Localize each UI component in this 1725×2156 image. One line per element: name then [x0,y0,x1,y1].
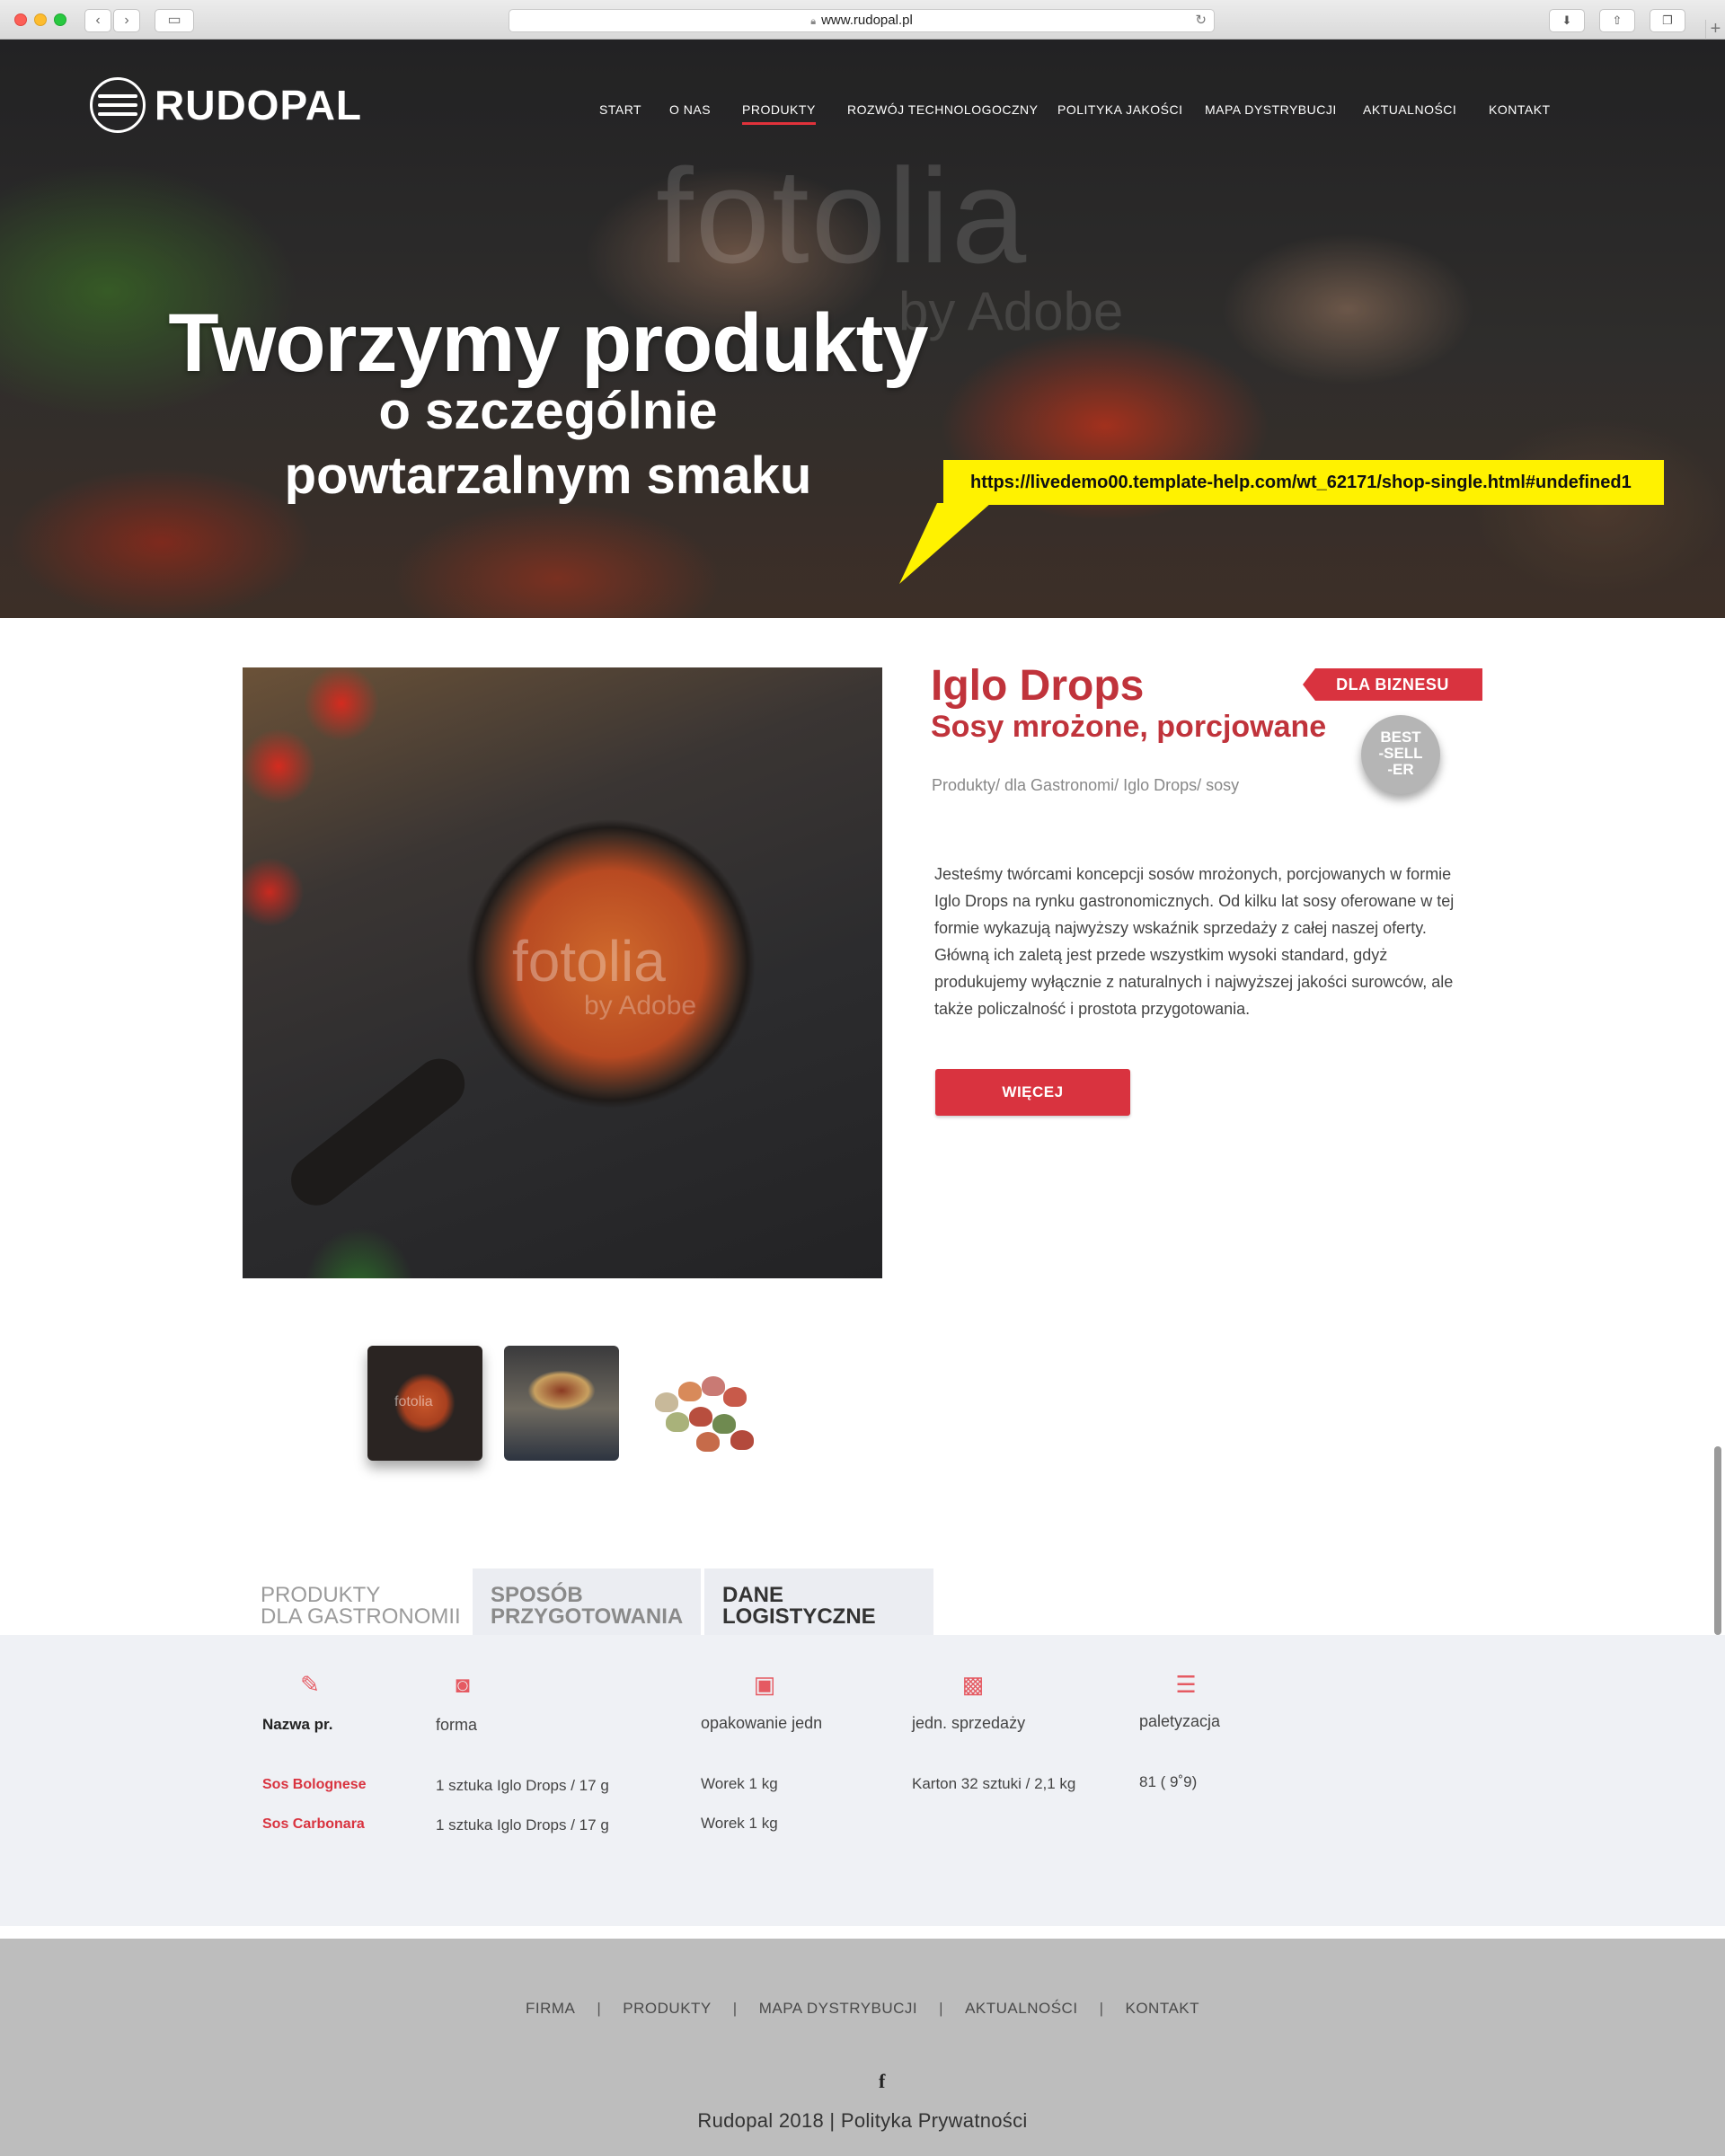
download-icon: ⬇ [1561,13,1572,27]
table-cell-form: 1 sztuka Iglo Drops / 17 g [436,1777,609,1794]
new-tab-button[interactable]: + [1705,20,1725,40]
forward-button[interactable]: › [113,9,140,32]
footer-link-mapa[interactable]: MAPA DYSTRYBUCJI [759,2000,917,2017]
tab-sposob-przygotowania[interactable]: SPOSÓB PRZYGOTOWANIA [473,1568,701,1635]
back-button[interactable]: ‹ [84,9,111,32]
footer-link-kontakt[interactable]: KONTAKT [1125,2000,1199,2017]
share-button[interactable]: ⇧ [1599,9,1635,32]
tab-line1: PRODUKTY [261,1583,381,1607]
bestseller-line1: BEST [1380,729,1421,746]
copyright-text[interactable]: Rudopal 2018 | Polityka Prywatności [0,2109,1725,2133]
chevron-right-icon: › [124,13,129,28]
nav-item-mapa[interactable]: MAPA DYSTRYBUCJI [1205,102,1337,117]
footer-separator: | [597,2000,602,2017]
sidebar-toggle-button[interactable]: ▭ [155,9,194,32]
thumb-watermark: fotolia [394,1394,433,1409]
hero-banner: fotolia by Adobe RUDOPAL START O NAS PRO… [0,40,1725,618]
footer-link-firma[interactable]: FIRMA [526,2000,575,2017]
tabs-overview-button[interactable]: ❐ [1650,9,1685,32]
column-header-form: forma [436,1716,478,1734]
lock-icon: 🔒︎ [810,16,817,27]
plus-icon: + [1710,19,1721,39]
footer-link-produkty[interactable]: PRODUKTY [623,2000,711,2017]
product-main-image[interactable]: fotolia by Adobe [243,667,882,1278]
main-navigation: START O NAS PRODUKTY ROZWÓJ TECHNOLOGOCZ… [0,102,1725,129]
breadcrumb[interactable]: Produkty/ dla Gastronomi/ Iglo Drops/ so… [932,776,1239,795]
hero-title: Tworzymy produkty [168,297,928,389]
tab-line2: LOGISTYCZNE [722,1604,876,1629]
tabs-icon: ❐ [1662,13,1673,27]
column-header-unit: opakowanie jedn [701,1714,823,1732]
chevron-left-icon: ‹ [95,13,101,28]
product-description: Jesteśmy twórcami koncepcji sosów mrożon… [934,865,1455,1018]
table-cell-pallet: 81 ( 9˚9) [1139,1773,1198,1790]
image-watermark-sub: by Adobe [584,991,697,1021]
business-badge: DLA BIZNESU [1303,668,1482,701]
footer-navigation: FIRMA | PRODUKTY | MAPA DYSTRYBUCJI | AKTUALNO… [0,2000,1725,2018]
bestseller-line2: -SELL [1378,745,1423,762]
nav-item-polityka[interactable]: POLITYKA JAKOŚCI [1057,102,1183,117]
pan-handle-shape [280,1048,475,1216]
url-callout: https://livedemo00.template-help.com/wt_… [943,460,1664,505]
footer-separator: | [1099,2000,1104,2017]
box-icon: ▩ [961,1671,985,1698]
nav-item-kontakt[interactable]: KONTAKT [1489,102,1551,117]
table-cell-unit: Worek 1 kg [701,1775,778,1792]
hero-subtitle-line2: powtarzalnym smaku [284,446,812,505]
sidebar-icon: ▭ [167,13,181,28]
nav-item-produkty[interactable]: PRODUKTY [742,102,816,125]
column-header-name: Nazwa pr. [262,1716,333,1733]
pallet-list-icon: ☰ [1175,1671,1197,1698]
document-pen-icon: ✎ [300,1671,320,1698]
table-cell-unit: Worek 1 kg [701,1815,778,1832]
thumbnail-spaghetti-pan[interactable]: fotolia [367,1346,482,1461]
tab-line2: PRZYGOTOWANIA [491,1604,684,1629]
hero-watermark: fotolia [656,140,1029,291]
tab-line1: SPOSÓB [491,1583,583,1607]
product-subtitle: Sosy mrożone, porcjowane [931,710,1327,744]
image-watermark: fotolia [512,929,666,994]
product-title: Iglo Drops [931,662,1145,710]
logistics-table: ✎ ◙ ▣ ▩ ☰ Nazwa pr. forma opakowanie jed… [0,1635,1725,1931]
browser-toolbar: ‹ › ▭ 🔒︎ www.rudopal.pl ↻ ⬇ ⇧ ❐ + [0,0,1725,40]
scale-icon: ◙ [456,1671,470,1698]
tab-line2: DLA GASTRONOMII [261,1604,461,1629]
address-bar[interactable]: 🔒︎ www.rudopal.pl ↻ [509,9,1215,32]
site-footer: FIRMA | PRODUKTY | MAPA DYSTRYBUCJI | AKTUALNO… [0,1939,1725,2156]
table-cell-sale-unit: Karton 32 sztuki / 2,1 kg [912,1775,1076,1792]
tab-dane-logistyczne[interactable]: DANE LOGISTYCZNE [704,1568,933,1635]
column-header-pallet: paletyzacja [1139,1712,1221,1730]
url-text: www.rudopal.pl [821,13,913,28]
page-scrollbar[interactable] [1714,1446,1721,1635]
footer-separator: | [732,2000,738,2017]
table-cell-name[interactable]: Sos Carbonara [262,1816,365,1833]
facebook-icon[interactable]: f [879,2070,885,2093]
nav-item-start[interactable]: START [599,102,641,117]
table-cell-name[interactable]: Sos Bolognese [262,1777,367,1793]
column-header-sale-unit: jedn. sprzedaży [912,1714,1026,1732]
minimize-window-button[interactable] [34,13,47,26]
downloads-button[interactable]: ⬇ [1549,9,1585,32]
thumbnail-sauce-drops[interactable] [642,1346,757,1461]
close-window-button[interactable] [14,13,27,26]
tab-produkty-gastronomii[interactable]: PRODUKTY DLA GASTRONOMII [243,1568,473,1635]
calendar-one-icon: ▣ [753,1671,776,1698]
nav-item-aktualnosci[interactable]: AKTUALNOŚCI [1363,102,1456,117]
nav-item-rozwoj[interactable]: ROZWÓJ TECHNOLOGOCZNY [847,102,1038,117]
footer-separator: | [939,2000,944,2017]
table-cell-form: 1 sztuka Iglo Drops / 17 g [436,1816,609,1833]
share-icon: ⇧ [1612,13,1623,27]
footer-link-aktualnosci[interactable]: AKTUALNOŚCI [965,2000,1077,2017]
bestseller-line3: -ER [1387,761,1414,778]
maximize-window-button[interactable] [54,13,66,26]
thumbnail-spaghetti-plate[interactable] [504,1346,619,1461]
tab-line1: DANE [722,1583,784,1607]
nav-item-o-nas[interactable]: O NAS [669,102,711,117]
hero-subtitle-line1: o szczególnie [378,382,718,440]
bestseller-badge: BEST -SELL -ER [1361,715,1440,794]
more-button[interactable]: WIĘCEJ [935,1069,1130,1116]
reload-icon[interactable]: ↻ [1195,10,1207,31]
